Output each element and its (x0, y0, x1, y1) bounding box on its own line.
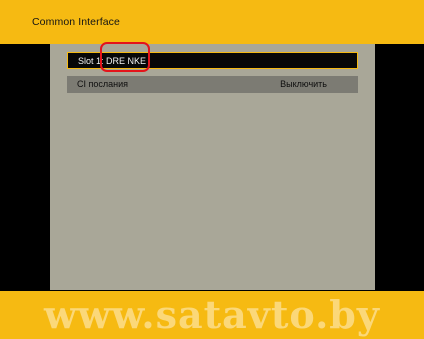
menu-item-value: Выключить (280, 79, 327, 89)
header-bar: Common Interface (0, 0, 424, 44)
watermark-text: www.satavto.by (44, 292, 380, 337)
menu-item-label: Slot 1: DRE NKE (78, 56, 147, 66)
menu-item-label: CI послания (77, 79, 129, 89)
tv-screen: Common Interface Slot 1: DRE NKE CI посл… (0, 0, 424, 339)
page-title: Common Interface (32, 16, 120, 28)
menu-item-slot-1[interactable]: Slot 1: DRE NKE (67, 52, 358, 69)
menu-item-ci-messages[interactable]: CI послания Выключить (67, 76, 358, 93)
